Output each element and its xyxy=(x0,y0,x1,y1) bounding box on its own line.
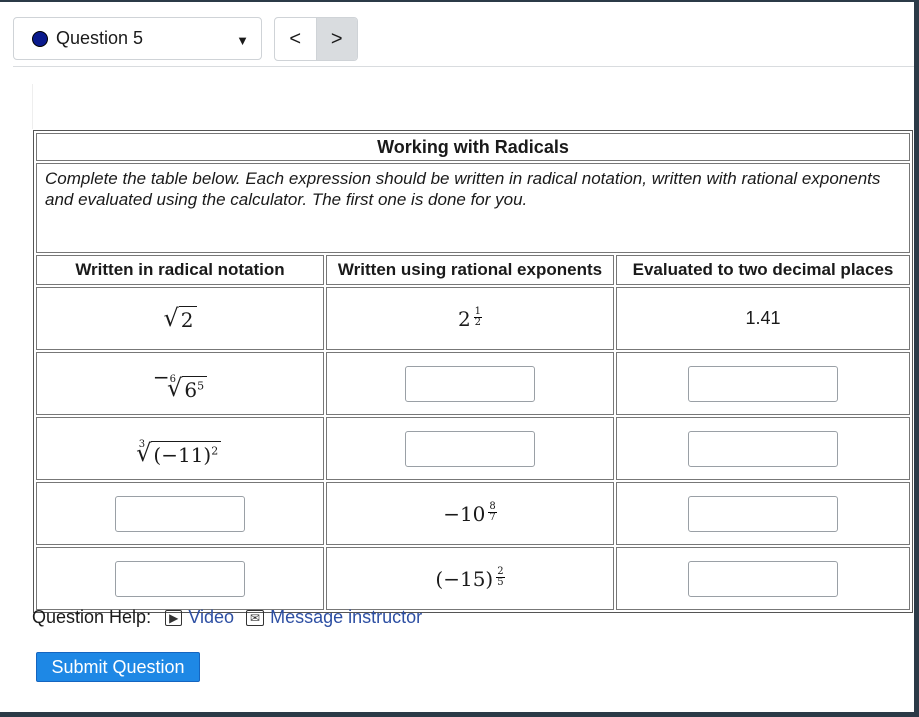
cell-rational: (−15) 2 5 xyxy=(326,547,614,610)
header-rational: Written using rational exponents xyxy=(326,255,614,285)
cell-rational xyxy=(326,352,614,415)
divider xyxy=(13,66,914,67)
question-selector[interactable]: Question 5 ▼ xyxy=(13,17,262,60)
submit-question-button[interactable]: Submit Question xyxy=(36,652,200,682)
video-link-label: Video xyxy=(188,607,235,627)
cell-radical: −6 √ 65 xyxy=(36,352,324,415)
question-frame: Question 5 ▼ < > Working with Radicals C… xyxy=(0,2,914,712)
table-row: −6 √ 65 xyxy=(36,352,910,415)
message-link-label: Message instructor xyxy=(270,607,423,627)
play-icon: ▶ xyxy=(165,609,183,626)
caret-down-icon: ▼ xyxy=(236,33,249,48)
expr-neg15-pow-2-5: (−15) 2 5 xyxy=(435,565,505,591)
rational-answer-input[interactable] xyxy=(405,430,535,467)
message-instructor-link[interactable]: ✉ Message instructor xyxy=(246,607,422,628)
cell-radical: 3 √ (−11)2 xyxy=(36,417,324,480)
rational-answer-input[interactable] xyxy=(405,365,535,402)
radicals-table: Working with Radicals Complete the table… xyxy=(33,130,913,613)
expr-neg-6th-root-6-5: −6 √ 65 xyxy=(153,365,208,402)
decimal-value: 1.41 xyxy=(745,308,781,328)
decimal-answer-input[interactable] xyxy=(688,560,838,597)
table-row: √ 2 212 1.41 xyxy=(36,287,910,350)
table-row: (−15) 2 5 xyxy=(36,547,910,610)
cell-rational xyxy=(326,417,614,480)
envelope-icon: ✉ xyxy=(246,609,265,626)
decimal-answer-input[interactable] xyxy=(688,365,838,402)
decimal-answer-input[interactable] xyxy=(688,430,838,467)
cell-decimal xyxy=(616,417,910,480)
question-help: Question Help: ▶ Video ✉ Message instruc… xyxy=(32,607,434,628)
cell-decimal xyxy=(616,547,910,610)
radical-answer-input[interactable] xyxy=(115,495,245,532)
cell-rational: 212 xyxy=(326,287,614,350)
header-decimal: Evaluated to two decimal places xyxy=(616,255,910,285)
header-radical: Written in radical notation xyxy=(36,255,324,285)
expr-2-pow-half: 212 xyxy=(457,305,483,331)
status-dot-icon xyxy=(32,30,48,47)
video-link[interactable]: ▶ Video xyxy=(165,607,234,628)
next-question-button[interactable]: > xyxy=(315,18,357,60)
cell-decimal: 1.41 xyxy=(616,287,910,350)
cell-radical xyxy=(36,482,324,545)
question-nav: < > xyxy=(274,17,358,61)
table-row: −10 8 7 xyxy=(36,482,910,545)
radical-answer-input[interactable] xyxy=(115,560,245,597)
table-row: 3 √ (−11)2 xyxy=(36,417,910,480)
cell-decimal xyxy=(616,482,910,545)
expr-neg10-pow-8-7: −10 8 7 xyxy=(443,500,497,526)
table-title: Working with Radicals xyxy=(36,133,910,161)
expr-sqrt-2: √ 2 xyxy=(163,305,197,332)
decimal-answer-input[interactable] xyxy=(688,495,838,532)
cell-radical xyxy=(36,547,324,610)
prev-question-button[interactable]: < xyxy=(275,18,316,60)
divider xyxy=(32,84,33,129)
question-label: Question 5 xyxy=(56,28,144,48)
cell-radical: √ 2 xyxy=(36,287,324,350)
expr-cube-root-neg11-sq: 3 √ (−11)2 xyxy=(136,430,222,467)
cell-decimal xyxy=(616,352,910,415)
instructions: Complete the table below. Each expressio… xyxy=(36,163,910,253)
help-label: Question Help: xyxy=(32,607,152,627)
cell-rational: −10 8 7 xyxy=(326,482,614,545)
